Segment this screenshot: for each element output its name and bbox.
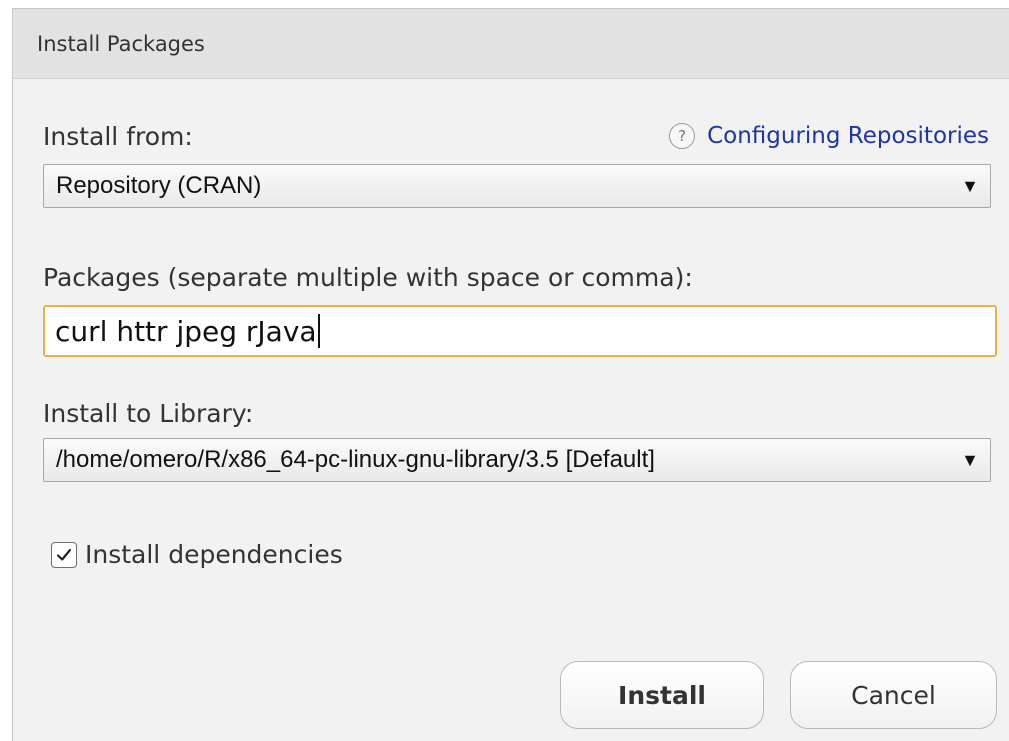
triangle-down-icon[interactable]: ▼ bbox=[950, 450, 990, 471]
library-select[interactable]: /home/omero/R/x86_64-pc-linux-gnu-librar… bbox=[43, 438, 991, 482]
install-dependencies-row[interactable]: Install dependencies bbox=[51, 540, 343, 569]
cancel-button[interactable]: Cancel bbox=[790, 661, 997, 729]
checkmark-icon bbox=[56, 548, 72, 561]
text-caret bbox=[317, 314, 320, 348]
configuring-repositories-link[interactable]: ? Configuring Repositories bbox=[669, 123, 989, 149]
install-dependencies-checkbox[interactable] bbox=[51, 541, 77, 568]
install-from-selected-value: Repository (CRAN) bbox=[56, 172, 262, 199]
install-to-library-label: Install to Library: bbox=[43, 399, 254, 428]
packages-input-value[interactable]: curl httr jpeg rJava bbox=[55, 315, 317, 348]
install-button[interactable]: Install bbox=[560, 661, 764, 729]
packages-label: Packages (separate multiple with space o… bbox=[43, 263, 693, 292]
install-dependencies-label[interactable]: Install dependencies bbox=[85, 540, 343, 569]
cancel-button-label: Cancel bbox=[851, 680, 936, 710]
install-packages-dialog: Install Packages Install from: ? Configu… bbox=[12, 8, 1009, 741]
dialog-titlebar: Install Packages bbox=[13, 9, 1009, 79]
dialog-title: Install Packages bbox=[37, 31, 205, 56]
triangle-down-icon[interactable]: ▼ bbox=[950, 176, 990, 197]
install-button-label: Install bbox=[618, 680, 706, 710]
library-selected-value: /home/omero/R/x86_64-pc-linux-gnu-librar… bbox=[56, 446, 655, 473]
configuring-repositories-link-text[interactable]: Configuring Repositories bbox=[707, 123, 989, 149]
install-from-label: Install from: bbox=[43, 122, 193, 151]
install-from-select[interactable]: Repository (CRAN) ▼ bbox=[43, 164, 991, 208]
question-circle-icon[interactable]: ? bbox=[669, 123, 696, 149]
packages-input[interactable]: curl httr jpeg rJava bbox=[43, 305, 997, 357]
